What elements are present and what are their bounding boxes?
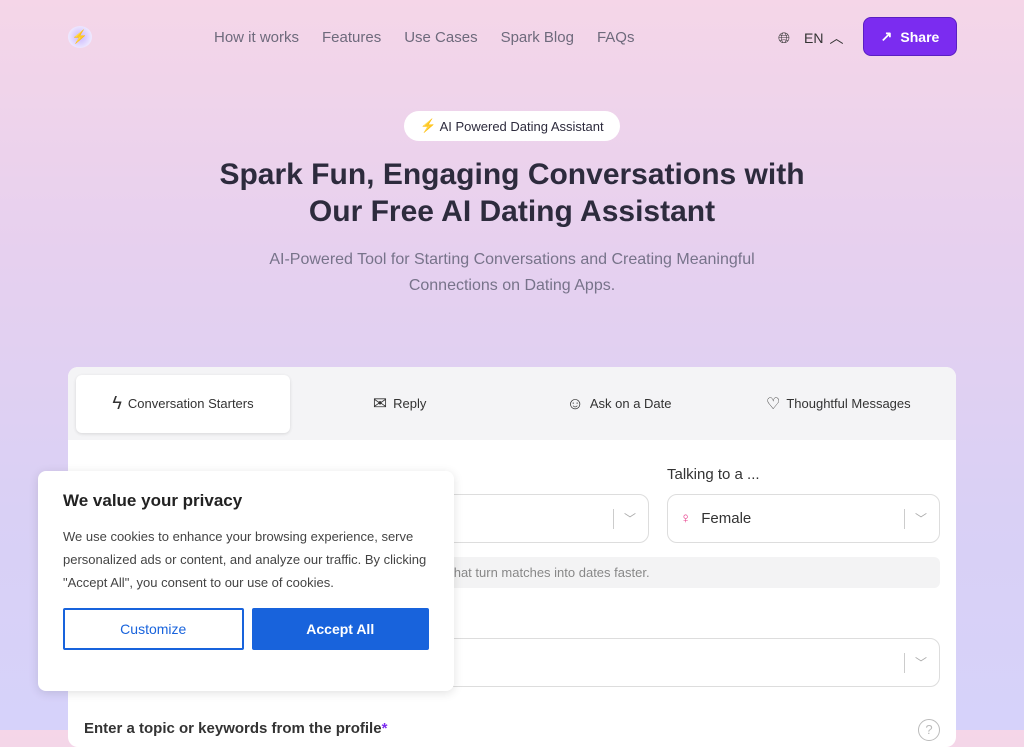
lightning-icon: ϟ <box>112 393 122 413</box>
share-label: Share <box>900 28 940 45</box>
topic-label-text: Enter a topic or keywords from the profi… <box>84 720 382 737</box>
tab-bar: ϟ Conversation Starters ✉ Reply ☺ Ask on a … <box>68 367 956 440</box>
tab-thoughtful-messages[interactable]: ♡ Thoughtful Messages <box>729 375 948 433</box>
topic-label: Enter a topic or keywords from the profi… <box>84 720 387 737</box>
selected-value: Female <box>701 510 752 527</box>
tab-conversation-starters[interactable]: ϟ Conversation Starters <box>76 374 290 433</box>
badge-text: AI Powered Dating Assistant <box>439 118 604 134</box>
talking-to-select[interactable]: ♀ Female ﹀ <box>667 494 940 543</box>
tab-label: Thoughtful Messages <box>786 396 911 411</box>
title-line: Spark Fun, Engaging Conversations with <box>219 158 805 191</box>
cookie-body: We use cookies to enhance your browsing … <box>63 529 427 590</box>
chevron-down-icon: ﹀ <box>623 512 636 526</box>
page-title: Spark Fun, Engaging Conversations with O… <box>0 156 1024 230</box>
chevron-down-icon: ﹀ <box>914 512 927 526</box>
chevron-up-icon: ︿ <box>829 30 844 46</box>
nav-use-cases[interactable]: Use Cases <box>404 29 477 46</box>
smiley-icon: ☺ <box>566 393 584 413</box>
nav-how-it-works[interactable]: How it works <box>214 29 299 46</box>
nav-spark-blog[interactable]: Spark Blog <box>501 29 574 46</box>
tab-ask-on-a-date[interactable]: ☺ Ask on a Date <box>509 375 728 433</box>
nav-features[interactable]: Features <box>322 29 381 46</box>
logo[interactable]: ⚡ <box>68 26 92 48</box>
divider <box>612 508 614 529</box>
external-link-icon: ↗ <box>880 28 893 44</box>
mail-reply-icon: ✉ <box>372 393 388 413</box>
talking-to-label: Talking to a ... <box>667 466 760 483</box>
accept-all-button[interactable]: Accept All <box>251 608 429 650</box>
lightning-icon: ⚡ <box>71 29 89 44</box>
customize-button[interactable]: Customize <box>63 608 244 650</box>
female-icon: ♀ <box>680 510 692 527</box>
tab-reply[interactable]: ✉ Reply <box>290 375 509 433</box>
tab-label: Reply <box>393 396 427 411</box>
title-line: Our Free AI Dating Assistant <box>308 195 716 228</box>
language-selector[interactable]: 🌐︎ EN ︿ <box>778 28 843 48</box>
chevron-down-icon: ﹀ <box>914 656 927 670</box>
divider <box>903 508 905 529</box>
tab-label: Conversation Starters <box>127 396 254 411</box>
lightning-icon: ⚡ <box>420 118 437 133</box>
page-subtitle: AI-Powered Tool for Starting Conversatio… <box>0 247 1024 299</box>
required-mark: * <box>381 720 388 737</box>
tab-label: Ask on a Date <box>589 396 672 411</box>
nav-faqs[interactable]: FAQs <box>597 29 635 46</box>
cookie-title: We value your privacy <box>63 491 243 510</box>
divider <box>903 652 905 673</box>
hero-badge: ⚡ AI Powered Dating Assistant <box>404 111 620 141</box>
hearts-icon: ♡ <box>766 395 781 413</box>
globe-icon: 🌐︎ <box>778 29 791 47</box>
subtitle-line: AI-Powered Tool for Starting Conversatio… <box>269 251 755 268</box>
main-nav: How it works Features Use Cases Spark Bl… <box>214 29 634 46</box>
help-icon[interactable]: ? <box>918 719 940 741</box>
language-label: EN <box>804 30 824 46</box>
cookie-consent-dialog: We value your privacy We use cookies to … <box>38 471 454 691</box>
share-button[interactable]: ↗ Share <box>863 17 957 56</box>
subtitle-line: Connections on Dating Apps. <box>408 277 616 294</box>
